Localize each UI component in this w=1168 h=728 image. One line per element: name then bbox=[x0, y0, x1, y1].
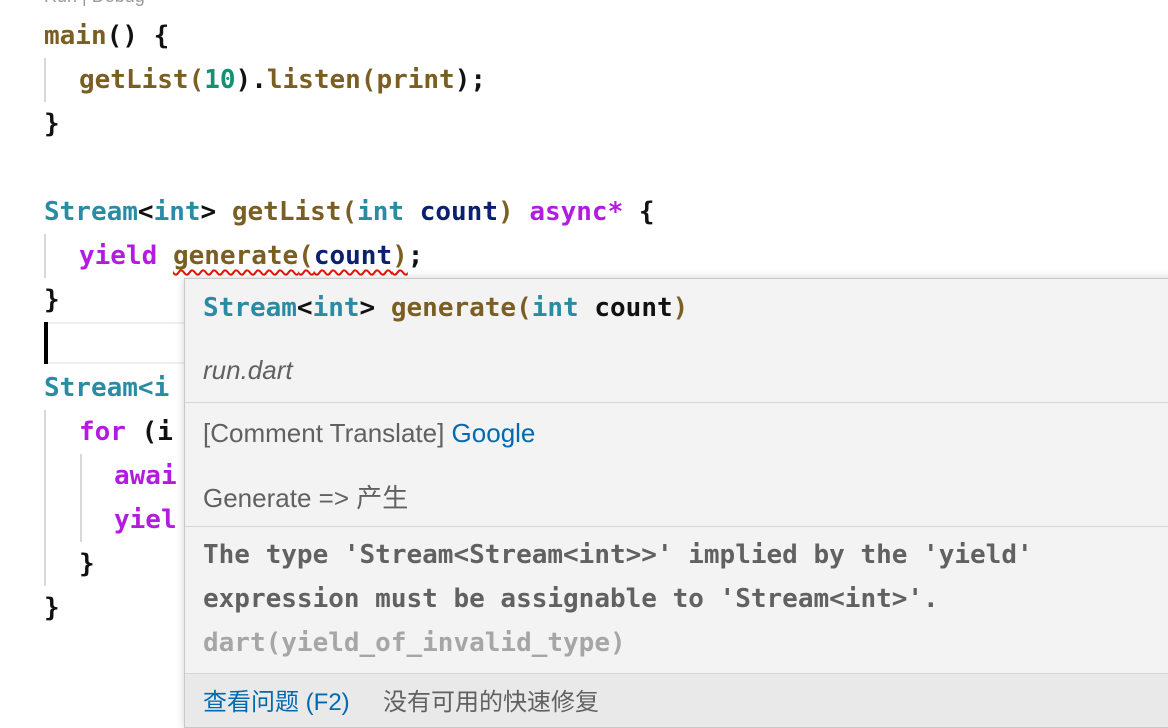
code-line-5[interactable]: Stream<int> getList(int count) async* { bbox=[44, 190, 655, 234]
indent-guide bbox=[44, 234, 46, 278]
indent-guide bbox=[44, 58, 46, 102]
token: } bbox=[79, 549, 95, 579]
token: ( bbox=[298, 241, 314, 271]
token: int bbox=[531, 293, 579, 323]
token: < bbox=[137, 197, 154, 227]
code-line-10[interactable]: for (i bbox=[79, 410, 173, 454]
token: 10 bbox=[204, 65, 236, 95]
error-squiggle[interactable]: generate(count) bbox=[173, 241, 408, 271]
token: > bbox=[359, 293, 391, 323]
token: getList bbox=[231, 197, 342, 227]
hover-status-bar: 查看问题 (F2) 没有可用的快速修复 bbox=[185, 673, 1168, 727]
token: ( bbox=[341, 197, 358, 227]
code-line-9[interactable]: Stream<i bbox=[44, 366, 169, 410]
no-quick-fix-label: 没有可用的快速修复 bbox=[383, 689, 599, 716]
code-line-6[interactable]: yield generate(count); bbox=[79, 234, 423, 278]
token: ); bbox=[454, 65, 487, 95]
indent-guide bbox=[80, 454, 82, 542]
token: generate bbox=[172, 241, 299, 271]
token: getList bbox=[79, 65, 189, 95]
text-cursor bbox=[44, 322, 48, 364]
diagnostic-code: dart(yield_of_invalid_type) bbox=[203, 628, 626, 658]
token: > bbox=[200, 197, 217, 227]
token: } bbox=[44, 285, 60, 315]
token: } bbox=[44, 109, 60, 139]
token: yield bbox=[79, 241, 158, 271]
token: for bbox=[79, 417, 126, 447]
codelens[interactable]: Run | Debug bbox=[44, 0, 145, 10]
hover-widget[interactable]: Stream<int> generate(int count) run.dart… bbox=[184, 278, 1168, 728]
token: Stream bbox=[203, 293, 297, 323]
token: ; bbox=[407, 241, 424, 271]
function-signature: Stream<int> generate(int count) bbox=[203, 293, 688, 323]
token: awai bbox=[114, 461, 177, 491]
code-line-11[interactable]: awai bbox=[114, 454, 177, 498]
diagnostic-message: The type 'Stream<Stream<int>>' implied b… bbox=[203, 533, 1153, 665]
token: generate bbox=[390, 293, 517, 323]
code-line-14[interactable]: } bbox=[44, 586, 60, 630]
token: ) bbox=[392, 241, 408, 271]
view-problem-button[interactable]: 查看问题 (F2) bbox=[203, 682, 350, 717]
diagnostic-text: The type 'Stream<Stream<int>>' implied b… bbox=[203, 540, 1033, 614]
token: { bbox=[638, 197, 655, 227]
token: (i bbox=[141, 417, 173, 447]
token: Stream bbox=[44, 197, 138, 227]
token: count bbox=[313, 241, 393, 271]
token: () { bbox=[106, 21, 170, 51]
token: listen bbox=[266, 65, 361, 95]
code-line-7[interactable]: } bbox=[44, 278, 60, 322]
hover-signature-section: Stream<int> generate(int count) run.dart bbox=[185, 279, 1168, 403]
comment-translate-label: [Comment Translate] Google bbox=[203, 418, 535, 449]
token: int bbox=[357, 197, 405, 227]
token: main bbox=[44, 21, 107, 51]
token: ) bbox=[498, 197, 514, 227]
code-line-13[interactable]: } bbox=[79, 542, 95, 586]
token: < bbox=[296, 293, 313, 323]
token: print bbox=[376, 65, 455, 95]
token: yiel bbox=[114, 505, 177, 535]
token: ( bbox=[360, 65, 377, 95]
code-line-2[interactable]: getList(10).listen(print); bbox=[79, 58, 486, 102]
token: ( bbox=[188, 65, 205, 95]
code-line-1[interactable]: main() { bbox=[44, 14, 169, 58]
token: int bbox=[153, 197, 201, 227]
comment-translate-prefix: [Comment Translate] bbox=[203, 418, 452, 448]
token: int bbox=[312, 293, 360, 323]
token: count bbox=[578, 293, 673, 323]
token: } bbox=[44, 593, 60, 623]
google-translate-link[interactable]: Google bbox=[452, 418, 536, 448]
token: count bbox=[419, 197, 498, 227]
comment-translate-section: [Comment Translate] Google Generate => 产… bbox=[185, 403, 1168, 527]
token: ( bbox=[516, 293, 532, 323]
indent-guide bbox=[44, 410, 46, 586]
code-line-3[interactable]: } bbox=[44, 102, 60, 146]
token: ) bbox=[672, 293, 689, 323]
code-line-12[interactable]: yiel bbox=[114, 498, 177, 542]
token: ). bbox=[235, 65, 267, 95]
translation-text: Generate => 产生 bbox=[203, 483, 409, 513]
token: Stream<i bbox=[44, 373, 170, 403]
token: async* bbox=[529, 197, 624, 227]
source-file-name: run.dart bbox=[203, 355, 293, 385]
